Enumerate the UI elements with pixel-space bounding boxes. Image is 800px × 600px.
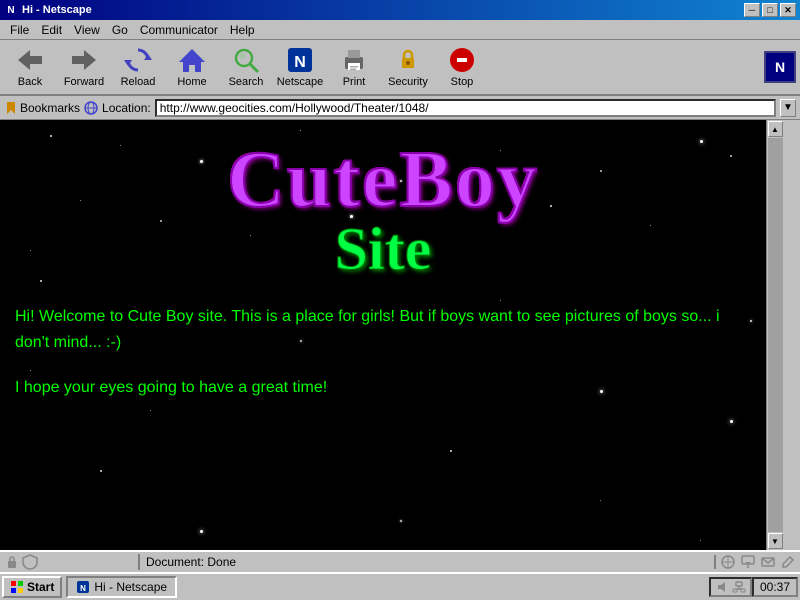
security-icon (394, 46, 422, 74)
scroll-down-button[interactable]: ▼ (768, 533, 783, 549)
menu-edit[interactable]: Edit (35, 21, 68, 39)
netscape-logo: N (764, 51, 796, 83)
close-button[interactable]: ✕ (780, 3, 796, 17)
location-icon (84, 101, 98, 115)
status-mail-icon (760, 554, 776, 570)
security-button[interactable]: Security (382, 42, 434, 92)
site-title-line2: Site (15, 215, 751, 284)
back-icon (16, 46, 44, 74)
tray-volume-icon (715, 580, 729, 594)
menu-go[interactable]: Go (106, 21, 134, 39)
start-label: Start (27, 580, 54, 594)
location-label: Location: (102, 101, 151, 115)
toolbar: Back Forward Reload Home (0, 40, 800, 96)
tray-network-icon (732, 580, 746, 594)
status-connect-icon (720, 554, 736, 570)
reload-label: Reload (121, 76, 156, 88)
page-content: CuteBoy Site Hi! Welcome to Cute Boy sit… (0, 120, 766, 411)
bookmarks-button[interactable]: Bookmarks (4, 101, 80, 115)
location-arrow-button[interactable]: ▼ (780, 99, 796, 117)
url-input[interactable] (155, 99, 776, 117)
menu-help[interactable]: Help (224, 21, 261, 39)
menu-bar: File Edit View Go Communicator Help (0, 20, 800, 40)
security-label: Security (388, 76, 428, 88)
taskbar-items: N Hi - Netscape (62, 576, 709, 598)
reload-button[interactable]: Reload (112, 42, 164, 92)
taskbar-netscape-icon: N (76, 580, 90, 594)
svg-text:N: N (80, 584, 86, 593)
search-label: Search (229, 76, 264, 88)
location-bar: Bookmarks Location: ▼ (0, 96, 800, 120)
reload-icon (124, 46, 152, 74)
status-download-icon (740, 554, 756, 570)
system-tray (709, 577, 752, 597)
netscape-icon: N (286, 46, 314, 74)
status-icons-left (0, 554, 140, 570)
window-title: Hi - Netscape (22, 4, 744, 16)
back-button[interactable]: Back (4, 42, 56, 92)
menu-view[interactable]: View (68, 21, 106, 39)
web-content: CuteBoy Site Hi! Welcome to Cute Boy sit… (0, 120, 783, 550)
welcome-text: Hi! Welcome to Cute Boy site. This is a … (15, 304, 751, 355)
minimize-button[interactable]: ─ (744, 3, 760, 17)
stop-icon (448, 46, 476, 74)
forward-icon (70, 46, 98, 74)
vertical-scrollbar[interactable]: ▲ ▼ (766, 120, 783, 550)
taskbar: Start N Hi - Netscape 00:37 (0, 572, 800, 600)
status-icons-right (716, 554, 800, 570)
netscape-button[interactable]: N Netscape (274, 42, 326, 92)
svg-text:N: N (294, 54, 306, 71)
site-title-line1: CuteBoy (15, 140, 751, 220)
stop-label: Stop (451, 76, 474, 88)
status-bar: Document: Done (0, 550, 800, 572)
browser-viewport: CuteBoy Site Hi! Welcome to Cute Boy sit… (0, 120, 800, 550)
taskbar-item-label: Hi - Netscape (94, 580, 167, 594)
print-button[interactable]: Print (328, 42, 380, 92)
stop-button[interactable]: Stop (436, 42, 488, 92)
print-icon (340, 46, 368, 74)
hope-text: I hope your eyes going to have a great t… (15, 375, 751, 401)
scroll-track[interactable] (768, 138, 783, 532)
home-label: Home (177, 76, 206, 88)
taskbar-item-netscape[interactable]: N Hi - Netscape (66, 576, 177, 598)
netscape-label: Netscape (277, 76, 323, 88)
status-text: Document: Done (140, 555, 716, 569)
clock: 00:37 (752, 577, 798, 597)
windows-logo-icon (10, 580, 24, 594)
print-label: Print (343, 76, 366, 88)
menu-file[interactable]: File (4, 21, 35, 39)
status-edit-icon (780, 554, 796, 570)
search-icon (232, 46, 260, 74)
window-controls: ─ □ ✕ (744, 3, 796, 17)
status-shield-icon (22, 554, 38, 570)
forward-button[interactable]: Forward (58, 42, 110, 92)
menu-communicator[interactable]: Communicator (134, 21, 224, 39)
bookmarks-label: Bookmarks (20, 101, 80, 115)
app-icon: N (4, 3, 18, 17)
start-button[interactable]: Start (2, 576, 62, 598)
home-icon (178, 46, 206, 74)
scroll-up-button[interactable]: ▲ (768, 121, 783, 137)
status-lock-icon (4, 554, 20, 570)
title-bar: N Hi - Netscape ─ □ ✕ (0, 0, 800, 20)
forward-label: Forward (64, 76, 104, 88)
back-label: Back (18, 76, 42, 88)
search-button[interactable]: Search (220, 42, 272, 92)
home-button[interactable]: Home (166, 42, 218, 92)
maximize-button[interactable]: □ (762, 3, 778, 17)
bookmarks-icon (4, 101, 18, 115)
